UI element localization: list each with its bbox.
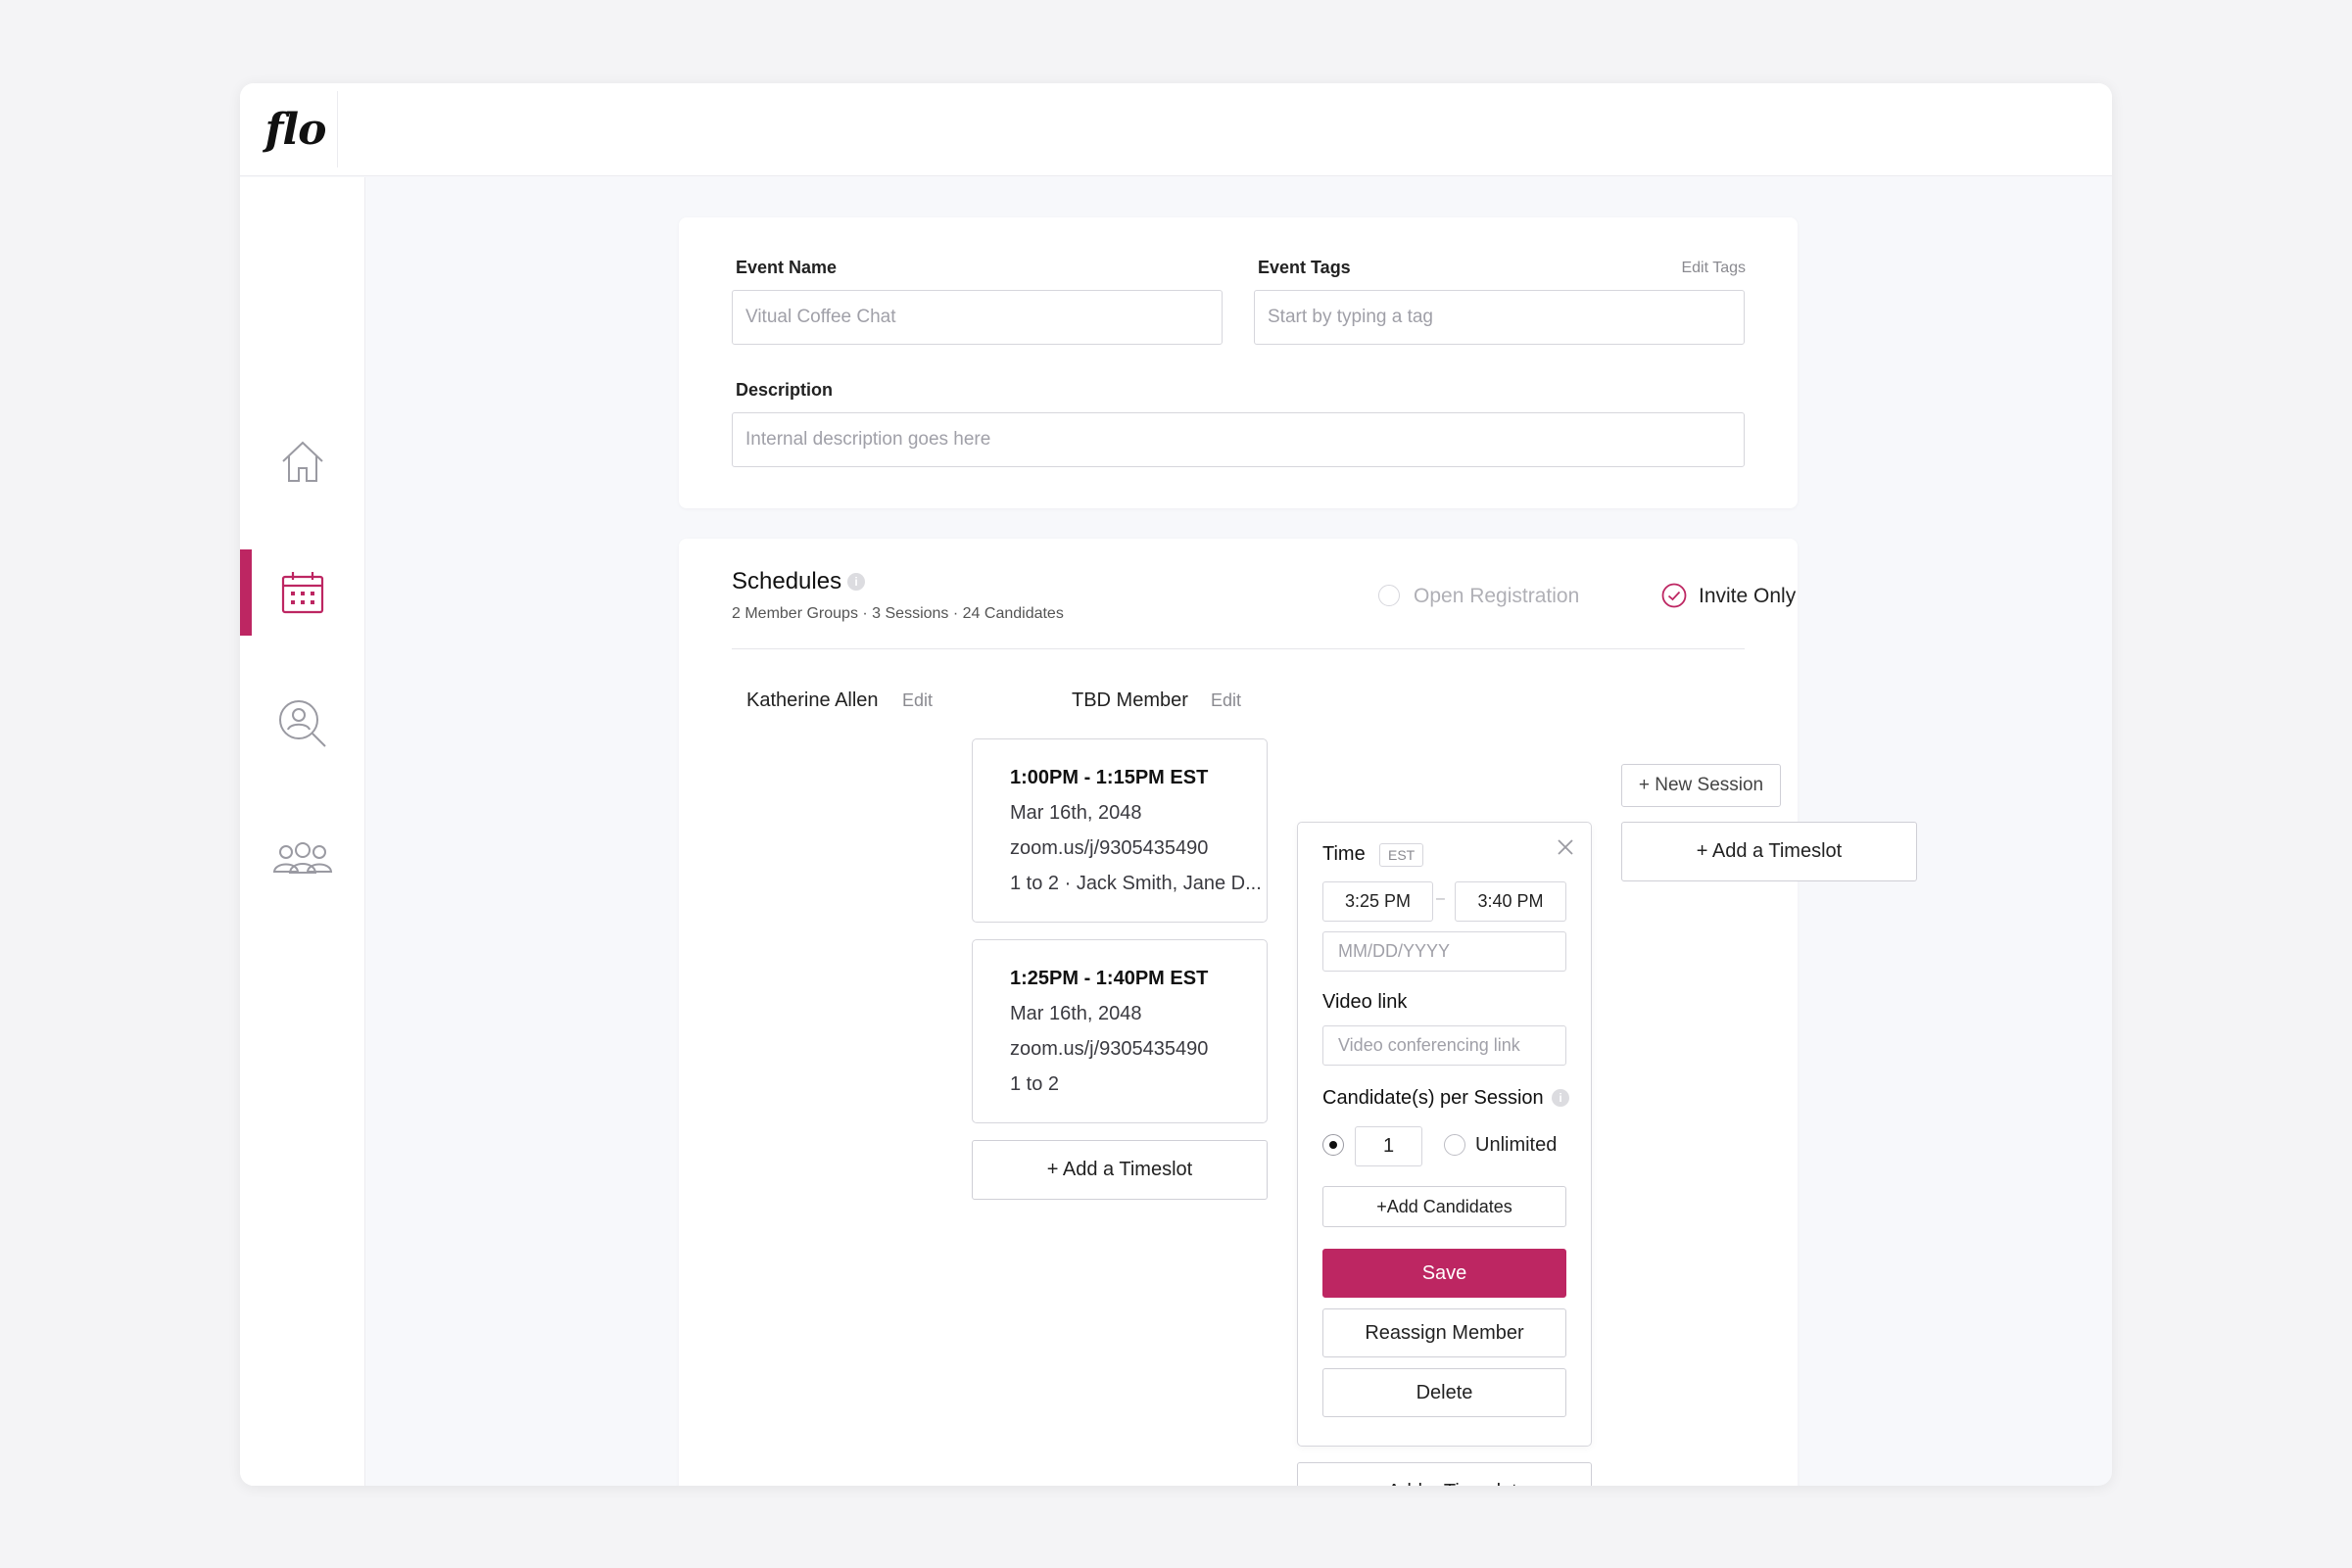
info-icon[interactable]: i	[1552, 1089, 1569, 1107]
start-time-input[interactable]: 3:25 PM	[1322, 881, 1433, 922]
group-icon	[272, 842, 333, 874]
top-bar: flo	[240, 83, 2112, 176]
candidates-per-session-label: Candidate(s) per Session	[1322, 1087, 1544, 1109]
info-icon[interactable]: i	[847, 573, 865, 591]
event-name-label: Event Name	[736, 258, 838, 277]
new-session-button[interactable]: + New Session	[1621, 764, 1781, 807]
divider	[732, 648, 1745, 649]
video-link-label: Video link	[1322, 991, 1408, 1013]
timeslot-date: Mar 16th, 2048	[1010, 1003, 1142, 1024]
timeslot-time: 1:00PM - 1:15PM EST	[1010, 767, 1209, 788]
timeslot-card[interactable]: 1:25PM - 1:40PM EST Mar 16th, 2048 zoom.…	[972, 939, 1268, 1123]
timeslot-detail: 1 to 2	[1010, 1073, 1060, 1095]
sidebar-item-home[interactable]	[240, 418, 365, 504]
unlimited-radio[interactable]	[1444, 1134, 1465, 1156]
member-name: TBD Member	[1072, 689, 1188, 711]
schedules-title: Schedules	[732, 568, 842, 594]
delete-button[interactable]: Delete	[1322, 1368, 1566, 1417]
logo[interactable]: flo	[254, 91, 338, 167]
open-registration-label[interactable]: Open Registration	[1414, 585, 1579, 608]
sidebar-item-events[interactable]	[240, 549, 365, 636]
add-timeslot-button[interactable]: + Add a Timeslot	[1297, 1462, 1592, 1486]
invite-only-label[interactable]: Invite Only	[1699, 585, 1796, 608]
app-window: flo Event Name Vitual Coffee Chat Event …	[240, 83, 2112, 1486]
logo-text: flo	[264, 104, 327, 155]
add-timeslot-button[interactable]: + Add a Timeslot	[972, 1140, 1268, 1200]
sidebar	[240, 177, 365, 1486]
timeslot-editor: Time EST 3:25 PM – 3:40 PM MM/DD/YYYY Vi…	[1297, 822, 1592, 1447]
candidate-count-input[interactable]: 1	[1355, 1126, 1422, 1166]
event-tags-label: Event Tags	[1258, 258, 1351, 277]
timeslot-date: Mar 16th, 2048	[1010, 802, 1142, 824]
home-icon	[282, 441, 323, 482]
add-candidates-button[interactable]: +Add Candidates	[1322, 1186, 1566, 1227]
timeslot-link: zoom.us/j/9305435490	[1010, 837, 1209, 859]
count-radio[interactable]	[1322, 1134, 1344, 1156]
open-registration-radio[interactable]	[1378, 585, 1400, 606]
edit-member-link[interactable]: Edit	[902, 690, 933, 711]
end-time-input[interactable]: 3:40 PM	[1455, 881, 1566, 922]
time-separator: –	[1436, 890, 1445, 907]
calendar-icon	[281, 572, 324, 614]
description-input[interactable]: Internal description goes here	[732, 412, 1745, 467]
edit-tags-link[interactable]: Edit Tags	[1681, 260, 1746, 277]
timezone-badge: EST	[1379, 843, 1424, 867]
timeslot-detail: 1 to 2 · Jack Smith, Jane D...	[1010, 873, 1262, 894]
unlimited-label[interactable]: Unlimited	[1475, 1134, 1557, 1157]
sidebar-item-groups[interactable]	[240, 816, 365, 902]
video-link-input[interactable]: Video conferencing link	[1322, 1025, 1566, 1066]
event-details-card: Event Name Vitual Coffee Chat Event Tags…	[679, 217, 1798, 508]
time-label: Time	[1322, 843, 1366, 865]
add-timeslot-button[interactable]: + Add a Timeslot	[1621, 822, 1917, 881]
save-button[interactable]: Save	[1322, 1249, 1566, 1298]
timeslot-card[interactable]: 1:00PM - 1:15PM EST Mar 16th, 2048 zoom.…	[972, 738, 1268, 923]
event-name-input[interactable]: Vitual Coffee Chat	[732, 290, 1223, 345]
member-name: Katherine Allen	[746, 689, 879, 711]
schedules-summary: 2 Member Groups · 3 Sessions · 24 Candid…	[732, 605, 1064, 622]
description-label: Description	[736, 380, 834, 400]
date-input[interactable]: MM/DD/YYYY	[1322, 931, 1566, 972]
timeslot-time: 1:25PM - 1:40PM EST	[1010, 968, 1209, 989]
sidebar-item-candidates[interactable]	[240, 681, 365, 767]
timeslot-link: zoom.us/j/9305435490	[1010, 1038, 1209, 1060]
event-tags-input[interactable]: Start by typing a tag	[1254, 290, 1745, 345]
person-search-icon	[279, 700, 326, 747]
close-icon[interactable]	[1556, 837, 1575, 857]
invite-only-check-icon[interactable]	[1661, 583, 1687, 608]
reassign-member-button[interactable]: Reassign Member	[1322, 1308, 1566, 1357]
edit-member-link[interactable]: Edit	[1211, 690, 1241, 711]
